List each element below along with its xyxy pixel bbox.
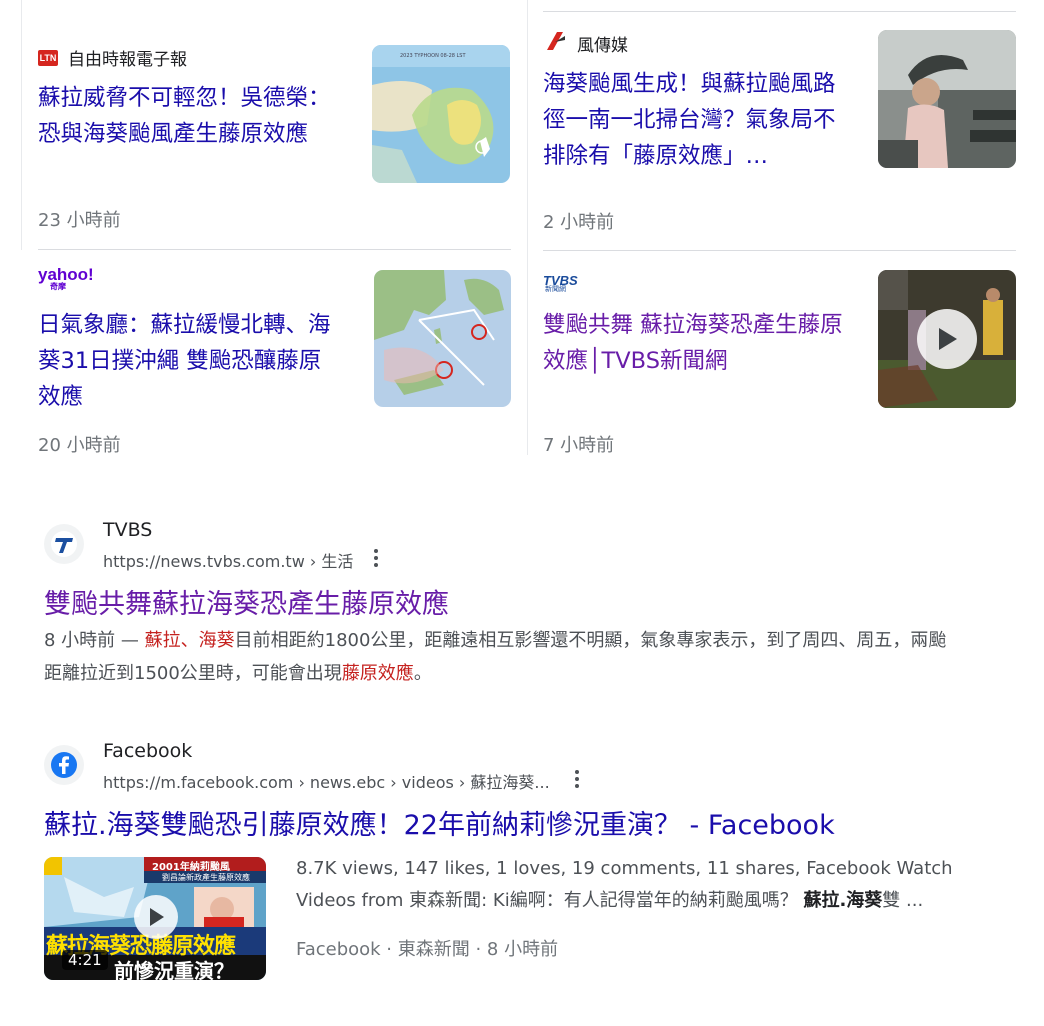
story-thumbnail-video[interactable]: [878, 270, 1016, 408]
video-description-text: Videos from 東森新聞: Ki編啊：有人記得當年的納莉颱風嗎？: [296, 890, 804, 911]
story-card[interactable]: yahoo! 奇摩 日氣象廳：蘇拉緩慢北轉、海葵31日撲沖繩 雙颱恐釀藤原效應 …: [38, 266, 511, 466]
play-icon[interactable]: [917, 309, 977, 369]
tvbs-favicon-icon: [44, 524, 84, 564]
storm-media-logo-icon: [545, 30, 567, 57]
video-meta: Facebook · 東森新聞 · 8 小時前: [296, 939, 559, 960]
story-source: TVBS 新聞網: [543, 270, 589, 296]
story-thumbnail-map[interactable]: 2023 TYPHOON 08-28 LST: [372, 45, 510, 183]
story-title[interactable]: 蘇拉威脅不可輕忽！吳德榮： 恐與海葵颱風產生藤原效應: [38, 80, 338, 152]
story-title[interactable]: 日氣象廳：蘇拉緩慢北轉、海葵31日撲沖繩 雙颱恐釀藤原效應: [38, 307, 338, 415]
story-source: LTN 自由時報電子報: [38, 45, 187, 70]
video-stats: 8.7K views, 147 likes, 1 loves, 19 comme…: [296, 858, 953, 879]
result-site-name[interactable]: Facebook: [103, 740, 192, 762]
story-time: 2 小時前: [543, 212, 615, 233]
tvbs-logo-icon: TVBS 新聞網: [543, 270, 589, 296]
facebook-favicon-icon: [44, 745, 84, 785]
video-description-tail: 雙 ...: [882, 890, 924, 911]
thumb-headline-2: 前慘況重演？: [114, 959, 234, 980]
svg-text:2023 TYPHOON 08-28 LST: 2023 TYPHOON 08-28 LST: [400, 53, 466, 59]
story-time: 23 小時前: [38, 210, 121, 231]
result-site-name[interactable]: TVBS: [103, 519, 152, 541]
result-snippet: 8 小時前 — 蘇拉、海葵目前相距約1800公里，距離遠相互影響還不明顯，氣象專…: [44, 624, 954, 690]
story-thumbnail-photo[interactable]: [878, 30, 1016, 168]
more-vert-icon[interactable]: [574, 770, 580, 788]
snippet-highlight: 藤原效應: [341, 663, 414, 684]
thumb-banner-text: 2001年納莉颱風: [152, 862, 230, 873]
story-source: yahoo! 奇摩: [38, 266, 94, 291]
video-description-bold: 蘇拉.海葵: [803, 890, 883, 911]
story-time: 20 小時前: [38, 435, 121, 456]
story-card[interactable]: LTN 自由時報電子報 蘇拉威脅不可輕忽！吳德榮： 恐與海葵颱風產生藤原效應 2…: [38, 40, 511, 240]
video-description: Videos from 東森新聞: Ki編啊：有人記得當年的納莉颱風嗎？ 蘇拉.…: [296, 884, 1016, 917]
ltn-logo-icon: LTN: [38, 49, 58, 66]
yahoo-logo-icon: yahoo! 奇摩: [38, 266, 94, 291]
result-url[interactable]: https://m.facebook.com › news.ebc › vide…: [103, 769, 550, 793]
story-card[interactable]: 風傳媒 海葵颱風生成！與蘇拉颱風路徑一南一北掃台灣？氣象局不排除有「藤原效應」……: [543, 26, 1016, 233]
snippet-highlight: 蘇拉: [144, 630, 181, 651]
result-url[interactable]: https://news.tvbs.com.tw › 生活: [103, 548, 353, 572]
snippet-date: 8 小時前 —: [44, 630, 145, 651]
snippet-separator: 、: [180, 630, 199, 651]
snippet-highlight: 海葵: [198, 630, 235, 651]
story-source-sub: 新聞網: [545, 285, 566, 293]
story-source-name: 自由時報電子報: [68, 50, 187, 70]
story-title[interactable]: 海葵颱風生成！與蘇拉颱風路徑一南一北掃台灣？氣象局不排除有「藤原效應」…: [543, 66, 843, 174]
more-vert-icon[interactable]: [373, 549, 379, 567]
story-time: 7 小時前: [543, 435, 615, 456]
video-thumbnail[interactable]: 2001年納莉颱風 劉昌論新政產生藤原效應 蘇拉海葵恐藤原效應 前慘況重演？ 4…: [44, 857, 266, 980]
story-thumbnail-map[interactable]: [374, 270, 511, 407]
snippet-text: 。: [413, 663, 432, 684]
story-source: 風傳媒: [545, 30, 628, 57]
story-card[interactable]: TVBS 新聞網 雙颱共舞 蘇拉海葵恐產生藤原效應│TVBS新聞網 7 小時前: [543, 266, 1016, 466]
result-title[interactable]: 雙颱共舞蘇拉海葵恐產生藤原效應: [44, 582, 449, 621]
video-duration: 4:21: [62, 950, 108, 970]
thumb-sub-text: 劉昌論新政產生藤原效應: [162, 873, 250, 882]
play-icon[interactable]: [134, 895, 178, 939]
result-title[interactable]: 蘇拉.海葵雙颱恐引藤原效應！22年前納莉慘況重演？ - Facebook: [44, 803, 835, 842]
story-title[interactable]: 雙颱共舞 蘇拉海葵恐產生藤原效應│TVBS新聞網: [543, 307, 853, 379]
story-source-name: 風傳媒: [577, 36, 628, 56]
